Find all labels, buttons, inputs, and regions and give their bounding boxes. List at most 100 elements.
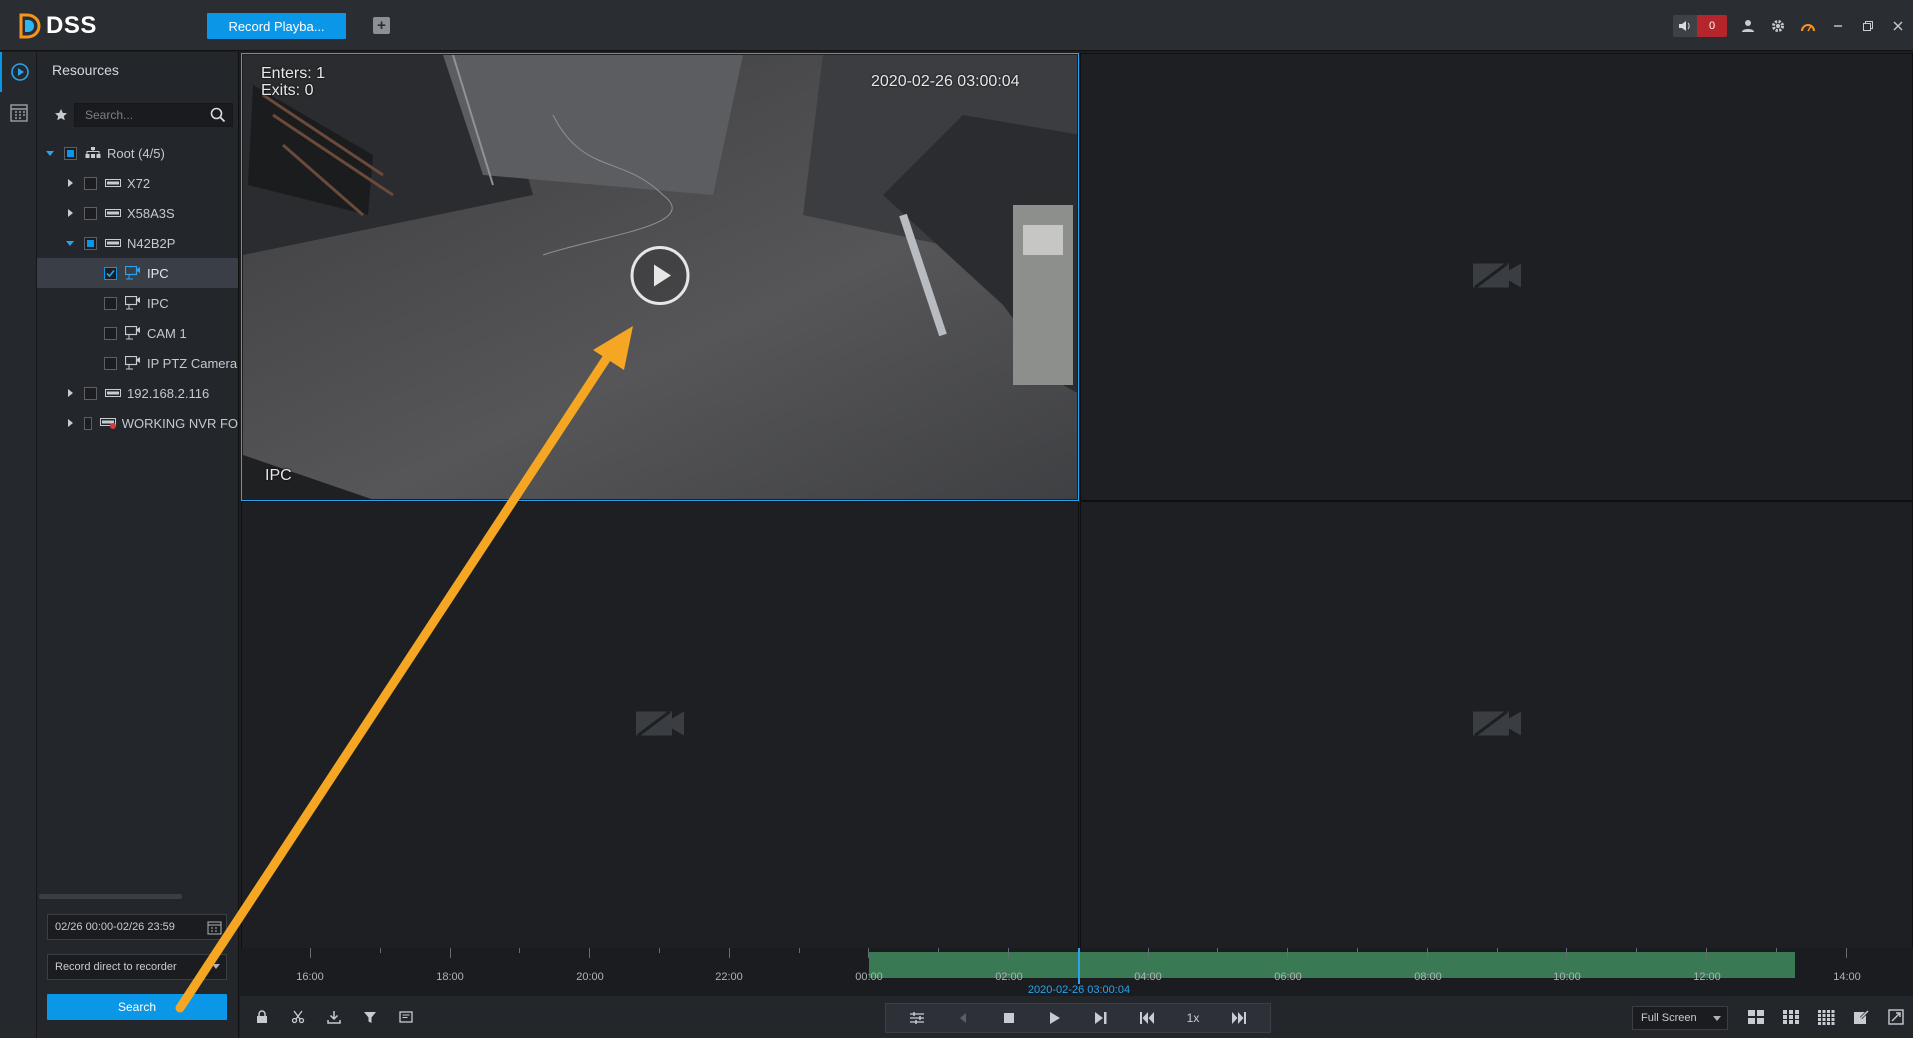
filter-icon[interactable]	[360, 1007, 380, 1027]
favorites-star-icon[interactable]	[48, 108, 74, 122]
playback-control-bar: 1x Full Screen	[240, 996, 1913, 1038]
restore-icon[interactable]	[1853, 13, 1883, 39]
tree-node-root[interactable]: Root (4/5)	[37, 138, 238, 168]
record-source-value: Record direct to recorder	[55, 961, 177, 973]
search-icon[interactable]	[210, 107, 226, 126]
layout-9-split-icon[interactable]	[1781, 1007, 1801, 1027]
slow-down-icon[interactable]	[1137, 1008, 1157, 1028]
lock-icon[interactable]	[252, 1007, 272, 1027]
calendar-nav-icon[interactable]	[0, 92, 37, 132]
playback-nav-icon[interactable]	[0, 52, 37, 92]
play-overlay-button[interactable]	[629, 245, 691, 310]
scissors-clip-icon[interactable]	[288, 1007, 308, 1027]
tree-node-nvr[interactable]: X72	[37, 168, 238, 198]
tree-node-camera[interactable]: IP PTZ Camera	[37, 348, 238, 378]
tree-node-label: N42B2P	[127, 235, 176, 251]
speed-up-icon[interactable]	[1229, 1008, 1249, 1028]
timeline-tick	[1636, 948, 1638, 953]
performance-gauge-icon[interactable]	[1793, 13, 1823, 39]
play-icon[interactable]	[1045, 1008, 1065, 1028]
fullscreen-icon[interactable]	[1886, 1007, 1906, 1027]
fullscreen-select[interactable]: Full Screen	[1632, 1006, 1728, 1030]
timeline-cursor[interactable]	[1078, 948, 1080, 984]
search-field[interactable]	[74, 103, 233, 127]
tree-checkbox-checked[interactable]	[104, 266, 117, 280]
add-tab-button[interactable]: +	[373, 17, 390, 34]
timeline-tick	[1147, 948, 1149, 958]
timeline-label: 20:00	[576, 971, 604, 983]
calendar-icon[interactable]	[207, 920, 222, 938]
nvr-icon	[105, 388, 121, 398]
resources-panel: Resources Root (4/5) X72	[37, 52, 239, 1038]
tree-node-camera[interactable]: CAM 1	[37, 318, 238, 348]
tree-node-nvr[interactable]: 192.168.2.116	[37, 378, 238, 408]
tree-checkbox[interactable]	[64, 146, 77, 160]
previous-frame-icon[interactable]	[953, 1008, 973, 1028]
tree-horizontal-scrollbar[interactable]	[39, 894, 182, 899]
tree-node-nvr[interactable]: WORKING NVR FO	[37, 408, 238, 438]
no-video-icon	[1471, 709, 1523, 742]
layout-16-split-icon[interactable]	[1816, 1007, 1836, 1027]
collapse-caret-icon[interactable]	[65, 418, 75, 428]
custom-layout-edit-icon[interactable]	[1851, 1007, 1871, 1027]
gear-icon[interactable]	[1763, 13, 1793, 39]
timeline-tick	[1775, 948, 1777, 953]
timeline-label: 10:00	[1553, 971, 1581, 983]
minimize-icon[interactable]	[1823, 13, 1853, 39]
collapse-caret-icon[interactable]	[65, 208, 75, 218]
collapse-caret-icon[interactable]	[65, 388, 75, 398]
sync-playback-icon[interactable]	[907, 1008, 927, 1028]
download-icon[interactable]	[324, 1007, 344, 1027]
timeline-tick	[310, 948, 311, 958]
tree-checkbox[interactable]	[104, 326, 117, 340]
timeline-label: 08:00	[1414, 971, 1442, 983]
video-pane-4[interactable]	[1080, 501, 1913, 949]
timeline-label: 22:00	[715, 971, 743, 983]
tree-node-camera-selected[interactable]: IPC	[37, 258, 238, 288]
stop-icon[interactable]	[999, 1008, 1019, 1028]
speaker-icon[interactable]	[1673, 15, 1697, 37]
camera-icon	[125, 326, 141, 340]
tree-checkbox[interactable]	[104, 296, 117, 310]
record-source-select[interactable]: Record direct to recorder	[47, 954, 227, 980]
tree-node-nvr[interactable]: X58A3S	[37, 198, 238, 228]
video-pane-2[interactable]	[1080, 53, 1913, 501]
next-frame-icon[interactable]	[1091, 1008, 1111, 1028]
expand-caret-icon[interactable]	[65, 238, 75, 248]
tree-checkbox[interactable]	[84, 386, 97, 400]
alarm-control[interactable]: 0	[1673, 15, 1727, 37]
expand-caret-icon[interactable]	[45, 148, 55, 158]
tree-node-label: X72	[127, 175, 151, 191]
app-logo: DSS	[18, 10, 97, 42]
osd-enters: Enters: 1	[261, 65, 326, 82]
tree-checkbox[interactable]	[84, 416, 92, 430]
playback-timeline[interactable]: 16:00 18:00 20:00 22:00 00:00 02:00 04:0…	[240, 948, 1913, 996]
tree-checkbox[interactable]	[104, 356, 117, 370]
tree-checkbox[interactable]	[84, 236, 97, 250]
timeline-tick	[1287, 948, 1289, 958]
timeline-tick	[1566, 948, 1568, 958]
search-input[interactable]	[85, 108, 195, 122]
search-button[interactable]: Search	[47, 994, 227, 1020]
collapse-caret-icon[interactable]	[65, 178, 75, 188]
video-pane-3[interactable]	[241, 501, 1079, 949]
tree-node-camera[interactable]: IPC	[37, 288, 238, 318]
tab-record-playback[interactable]: Record Playba...	[207, 13, 346, 39]
tree-checkbox[interactable]	[84, 206, 97, 220]
layout-4-split-icon[interactable]	[1746, 1007, 1766, 1027]
tree-node-nvr[interactable]: N42B2P	[37, 228, 238, 258]
user-icon[interactable]	[1733, 13, 1763, 39]
tree-checkbox[interactable]	[84, 176, 97, 190]
chevron-down-icon	[1713, 1016, 1721, 1021]
video-pane-1[interactable]: Enters: 1 Exits: 0 2020-02-26 03:00:04 I…	[241, 53, 1079, 501]
timeline-tick	[1217, 948, 1219, 953]
camera-icon	[125, 296, 141, 310]
close-icon[interactable]	[1883, 13, 1913, 39]
timeline-current-time: 2020-02-26 03:00:04	[1027, 984, 1131, 996]
camera-icon	[125, 266, 141, 280]
nvr-icon	[105, 178, 121, 188]
smart-search-icon[interactable]	[396, 1007, 416, 1027]
date-range-field[interactable]: 02/26 00:00-02/26 23:59	[47, 914, 227, 940]
play-circle-icon[interactable]	[629, 245, 691, 307]
camera-feed: Enters: 1 Exits: 0 2020-02-26 03:00:04 I…	[243, 55, 1077, 499]
